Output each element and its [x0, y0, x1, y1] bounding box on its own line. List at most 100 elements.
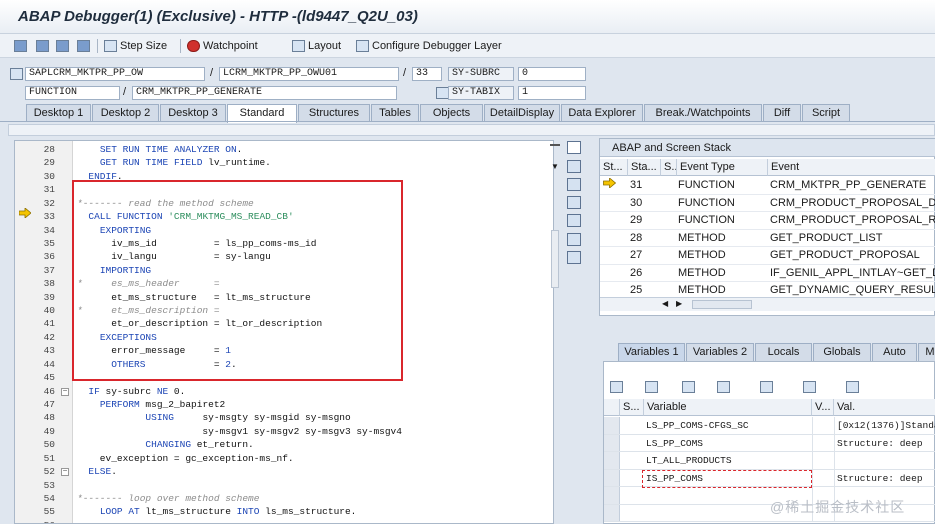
variable-row[interactable]: IS_PP_COMS Structure: deep	[604, 469, 935, 487]
swap-tool-icon[interactable]	[567, 178, 581, 191]
code-line[interactable]: 55 LOOP AT lt_ms_structure INTO ls_ms_st…	[15, 505, 553, 518]
fold-toggle-icon[interactable]: −	[61, 387, 69, 396]
code-line[interactable]: 48 USING sy-msgty sy-msgid sy-msgno	[15, 411, 553, 424]
code-line[interactable]: 31	[15, 183, 553, 196]
tab-detaildisplay[interactable]: DetailDisplay	[484, 104, 560, 122]
code-line[interactable]: 38 * es_ms_header =	[15, 277, 553, 290]
hierarchy-icon[interactable]	[760, 381, 774, 393]
settings-icon[interactable]	[567, 251, 581, 264]
tab-diff[interactable]: Diff	[763, 104, 801, 122]
var-tab-me[interactable]: Me	[918, 343, 935, 361]
code-line[interactable]: 34 EXPORTING	[15, 224, 553, 237]
tab-desktop-1[interactable]: Desktop 1	[26, 104, 91, 122]
var-col-v[interactable]: V...	[812, 399, 834, 416]
code-line[interactable]: 32 *------- read the method scheme	[15, 197, 553, 210]
code-line[interactable]: 54 *------- loop over method scheme	[15, 492, 553, 505]
new-tool-icon[interactable]	[567, 160, 581, 173]
var-tab-locals[interactable]: Locals	[755, 343, 812, 361]
scroll-down-icon[interactable]: ▼	[551, 162, 559, 171]
tab-data-explorer[interactable]: Data Explorer	[561, 104, 643, 122]
stack-event: CRM_PRODUCT_PROPOSAL_DETERM	[770, 196, 935, 209]
watchpoint-button[interactable]: Watchpoint	[187, 37, 258, 55]
var-col-variable[interactable]: Variable	[644, 399, 812, 416]
code-line[interactable]: 35 iv_ms_id = ls_pp_coms-ms_id	[15, 237, 553, 250]
var-tab-variables-1[interactable]: Variables 1	[618, 343, 685, 361]
stack-scrollbar[interactable]: ◀ ▶	[600, 297, 935, 311]
scroll-thumb[interactable]	[551, 230, 559, 288]
stack-row[interactable]: 31 FUNCTION CRM_MKTPR_PP_GENERATE	[600, 177, 935, 195]
editor-scrollbar[interactable]: ▼	[548, 142, 562, 522]
switch-icon[interactable]	[567, 214, 581, 227]
code-line[interactable]: 40 * et_ms_description =	[15, 304, 553, 317]
stack-col-s[interactable]: S...	[661, 159, 677, 176]
tab-desktop-3[interactable]: Desktop 3	[160, 104, 226, 122]
stack-col-event[interactable]: Event	[768, 159, 935, 176]
tab-objects[interactable]: Objects	[420, 104, 483, 122]
code-line[interactable]: 28 SET RUN TIME ANALYZER ON.	[15, 143, 553, 156]
code-line[interactable]: 29 GET RUN TIME FIELD lv_runtime.	[15, 156, 553, 169]
current-line-arrow-icon	[19, 208, 31, 218]
load-icon[interactable]	[717, 381, 731, 393]
tab-break-watchpoints[interactable]: Break./Watchpoints	[644, 104, 762, 122]
code-line[interactable]: 45	[15, 371, 553, 384]
code-line[interactable]: 56	[15, 519, 553, 523]
step-into-icon[interactable]	[14, 37, 30, 55]
source-code-editor[interactable]: 28 SET RUN TIME ANALYZER ON. 29 GET RUN T…	[14, 140, 554, 524]
delete-icon[interactable]	[610, 381, 623, 393]
code-line[interactable]: 36 iv_langu = sy-langu	[15, 250, 553, 263]
variable-row[interactable]: LT_ALL_PRODUCTS	[604, 452, 935, 470]
code-line[interactable]: 42 EXCEPTIONS	[15, 331, 553, 344]
code-line[interactable]: 44 OTHERS = 2.	[15, 358, 553, 371]
variable-row[interactable]: LS_PP_COMS Structure: deep	[604, 434, 935, 452]
stack-col-state[interactable]: St...	[600, 159, 628, 176]
configure-debugger-layer-button[interactable]: Configure Debugger Layer	[356, 37, 502, 55]
var-tab-auto[interactable]: Auto	[872, 343, 917, 361]
code-line[interactable]: 30 ENDIF.	[15, 170, 553, 183]
code-line[interactable]: 53	[15, 479, 553, 492]
import-icon[interactable]	[645, 381, 659, 393]
export-icon[interactable]	[682, 381, 696, 393]
stack-row[interactable]: 27 METHOD GET_PRODUCT_PROPOSAL	[600, 247, 935, 265]
var-tab-variables-2[interactable]: Variables 2	[686, 343, 754, 361]
clipboard-icon[interactable]	[846, 381, 860, 393]
layout-button[interactable]: Layout	[292, 37, 341, 55]
code-line[interactable]: 33 CALL FUNCTION 'CRM_MKTMG_MS_READ_CB'	[15, 210, 553, 223]
tab-tables[interactable]: Tables	[371, 104, 419, 122]
var-col-value[interactable]: Val.	[834, 399, 935, 416]
tab-structures[interactable]: Structures	[298, 104, 370, 122]
stack-row[interactable]: 30 FUNCTION CRM_PRODUCT_PROPOSAL_DETERM	[600, 195, 935, 212]
var-col-s[interactable]: S...	[620, 399, 644, 416]
tab-script[interactable]: Script	[802, 104, 850, 122]
scroll-right-icon[interactable]: ▶	[676, 299, 682, 308]
code-line[interactable]: 41 et_or_description = lt_or_description	[15, 317, 553, 330]
structure-icon[interactable]	[803, 381, 817, 393]
code-line[interactable]: 49 sy-msgv1 sy-msgv2 sy-msgv3 sy-msgv4	[15, 425, 553, 438]
code-line[interactable]: 39 et_ms_structure = lt_ms_structure	[15, 291, 553, 304]
code-line[interactable]: 51 ev_exception = gc_exception-ms_nf.	[15, 452, 553, 465]
code-line[interactable]: 46 IF sy-subrc NE 0. −	[15, 385, 553, 398]
code-line[interactable]: 37 IMPORTING	[15, 264, 553, 277]
stack-col-level[interactable]: Sta...	[628, 159, 661, 176]
close-icon[interactable]	[567, 141, 581, 154]
code-line[interactable]: 47 PERFORM msg_2_bapiret2	[15, 398, 553, 411]
stack-col-event-type[interactable]: Event Type	[677, 159, 768, 176]
code-line[interactable]: 50 CHANGING et_return.	[15, 438, 553, 451]
stack-row[interactable]: 28 METHOD GET_PRODUCT_LIST	[600, 230, 935, 247]
var-tab-globals[interactable]: Globals	[813, 343, 871, 361]
code-text: CALL FUNCTION 'CRM_MKTMG_MS_READ_CB'	[88, 211, 294, 223]
stack-row[interactable]: 26 METHOD IF_GENIL_APPL_INTLAY~GET_DYNA	[600, 265, 935, 282]
program-icon	[10, 68, 23, 80]
code-line[interactable]: 52 ELSE. −	[15, 465, 553, 478]
scroll-left-icon[interactable]: ◀	[662, 299, 668, 308]
stack-row[interactable]: 29 FUNCTION CRM_PRODUCT_PROPOSAL_READ	[600, 212, 935, 230]
fold-toggle-icon[interactable]: −	[61, 468, 69, 477]
step-over-icon[interactable]	[36, 37, 52, 55]
tab-desktop-2[interactable]: Desktop 2	[92, 104, 159, 122]
continue-icon[interactable]	[77, 37, 93, 55]
variable-row[interactable]: LS_PP_COMS-CFGS_SC [0x12(1376)]Standa	[604, 417, 935, 435]
maximize-icon[interactable]	[567, 196, 581, 209]
code-line[interactable]: 43 error_message = 1	[15, 344, 553, 357]
step-return-icon[interactable]	[56, 37, 72, 55]
step-size-button[interactable]: Step Size	[104, 37, 167, 55]
services-icon[interactable]	[567, 233, 581, 246]
